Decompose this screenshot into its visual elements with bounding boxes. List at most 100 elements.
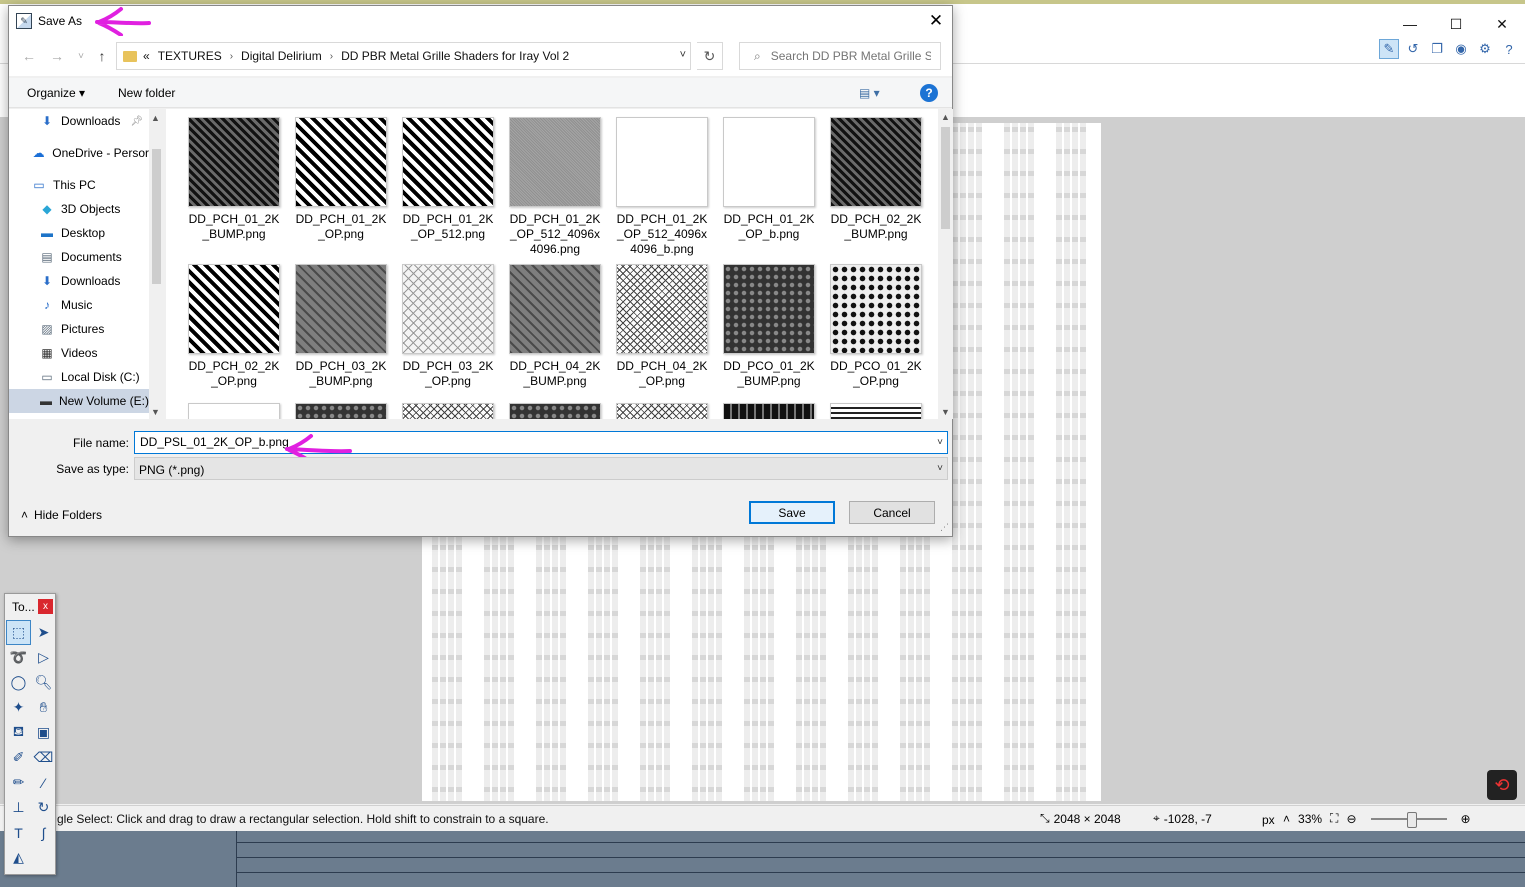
scrollbar-thumb[interactable] — [941, 127, 950, 229]
nav-item-downloads[interactable]: ⬇ Downloads — [9, 269, 149, 293]
tools-toggle-icon[interactable]: ✎ — [1379, 39, 1399, 59]
move-selection-icon[interactable]: ➤ — [31, 620, 56, 645]
pan-icon[interactable]: ✋︎ — [31, 695, 56, 720]
file-list-scrollbar[interactable]: ▲ ▼ — [938, 109, 953, 419]
help-icon[interactable]: ? — [920, 84, 938, 102]
file-item[interactable]: DD_PCO_01_2K_BUMP.png — [717, 256, 821, 389]
chevron-down-icon[interactable]: ˅ — [937, 463, 943, 474]
unit-select[interactable]: px — [1262, 813, 1275, 827]
minimize-button[interactable]: — — [1387, 8, 1433, 40]
file-item[interactable] — [717, 395, 821, 419]
file-item[interactable]: DD_PCH_03_2K_OP.png — [396, 256, 500, 389]
nav-item-pictures[interactable]: ▨ Pictures — [9, 317, 149, 341]
breadcrumb-textures[interactable]: TEXTURES — [158, 49, 222, 63]
view-options-button[interactable]: ▤ ▾ — [859, 86, 880, 100]
ellipse-select-icon[interactable]: ◯ — [6, 670, 31, 695]
gradient-icon[interactable]: ▣ — [31, 720, 56, 745]
file-item[interactable] — [289, 395, 393, 419]
new-folder-button[interactable]: New folder — [118, 86, 175, 100]
recent-chevron-icon[interactable]: ˅ — [71, 46, 91, 66]
layers-icon[interactable]: ❐ — [1427, 39, 1447, 59]
breadcrumb-current-folder[interactable]: DD PBR Metal Grille Shaders for Iray Vol… — [341, 49, 569, 63]
fit-window-icon[interactable]: ⛶ — [1330, 811, 1338, 826]
tools-close-button[interactable]: x — [38, 599, 53, 614]
nav-item-downloads-quick[interactable]: ⬇ Downloads 📌︎ — [9, 109, 149, 133]
shapes-icon[interactable]: ◭ — [6, 845, 31, 870]
file-item[interactable] — [182, 395, 286, 419]
paintbrush-icon[interactable]: ✐ — [6, 745, 31, 770]
resize-grip-icon[interactable]: ⋰ — [940, 522, 949, 533]
address-bar[interactable]: « TEXTURES › Digital Delirium › DD PBR M… — [116, 42, 691, 70]
file-name-input[interactable] — [140, 435, 920, 449]
file-item[interactable] — [610, 395, 714, 419]
scroll-down-icon[interactable]: ▼ — [941, 407, 950, 417]
nav-item-local-disk-c[interactable]: ▭ Local Disk (C:) — [9, 365, 149, 389]
file-item[interactable]: DD_PCO_01_2K_OP.png — [824, 256, 928, 389]
chevron-right-icon[interactable]: › — [230, 51, 233, 62]
file-item[interactable]: DD_PCH_04_2K_BUMP.png — [503, 256, 607, 389]
file-item[interactable]: DD_PCH_04_2K_OP.png — [610, 256, 714, 389]
zoom-slider[interactable] — [1370, 811, 1447, 828]
magic-wand-icon[interactable]: ✦ — [6, 695, 31, 720]
lasso-icon[interactable]: ➰ — [6, 645, 31, 670]
save-button[interactable]: Save — [749, 501, 835, 524]
forward-arrow-icon[interactable]: → — [47, 46, 67, 66]
file-item[interactable]: DD_PCH_01_2K_OP_b.png — [717, 109, 821, 242]
close-button[interactable]: ✕ — [1479, 8, 1525, 40]
file-item[interactable]: DD_PCH_02_2K_BUMP.png — [824, 109, 928, 242]
nav-item-documents[interactable]: ▤ Documents — [9, 245, 149, 269]
sync-icon[interactable]: ⟲ — [1487, 770, 1517, 800]
file-item[interactable]: DD_PCH_01_2K_OP.png — [289, 109, 393, 242]
save-as-type-select[interactable]: PNG (*.png) ˅ — [134, 457, 948, 480]
history-icon[interactable]: ↺ — [1403, 39, 1423, 59]
nav-item-this-pc[interactable]: ▭ This PC — [9, 173, 149, 197]
chevron-right-icon[interactable]: › — [330, 51, 333, 62]
organize-button[interactable]: Organize ▾ — [27, 86, 85, 100]
file-item[interactable] — [824, 395, 928, 419]
color-picker-icon[interactable]: ⁄ — [31, 770, 56, 795]
line-curve-icon[interactable]: ∫ — [31, 820, 56, 845]
gear-icon[interactable]: ⚙ — [1475, 39, 1495, 59]
move-selected-icon[interactable]: ▷ — [31, 645, 56, 670]
breadcrumb-overflow[interactable]: « — [143, 49, 150, 63]
nav-item-videos[interactable]: ▦ Videos — [9, 341, 149, 365]
chevron-down-icon[interactable]: ˅ — [937, 437, 943, 448]
dialog-close-button[interactable]: ✕ — [920, 6, 952, 36]
scroll-up-icon[interactable]: ▲ — [941, 112, 950, 122]
file-name-field[interactable]: ˅ — [134, 431, 948, 454]
pencil-icon[interactable]: ✏︎ — [6, 770, 31, 795]
breadcrumb-digital-delirium[interactable]: Digital Delirium — [241, 49, 322, 63]
nav-item-onedrive[interactable]: ☁ OneDrive - Persor — [9, 141, 149, 165]
pin-icon[interactable]: 📌︎ — [130, 116, 143, 127]
file-item[interactable]: DD_PCH_01_2K_OP_512.png — [396, 109, 500, 242]
chevron-down-icon[interactable]: ˅ — [680, 49, 686, 61]
back-arrow-icon[interactable]: ← — [19, 46, 39, 66]
clone-stamp-icon[interactable]: ⊥ — [6, 795, 31, 820]
file-item[interactable]: DD_PCH_03_2K_BUMP.png — [289, 256, 393, 389]
file-item[interactable]: DD_PCH_01_2K_BUMP.png — [182, 109, 286, 242]
maximize-button[interactable]: ☐ — [1433, 8, 1479, 40]
search-box[interactable]: ⌕ — [739, 42, 941, 70]
colors-icon[interactable]: ◉ — [1451, 39, 1471, 59]
refresh-icon[interactable]: ↻ — [697, 42, 723, 70]
nav-item-desktop[interactable]: ▬ Desktop — [9, 221, 149, 245]
eraser-icon[interactable]: ⌫ — [31, 745, 56, 770]
paint-bucket-icon[interactable]: ⛾ — [6, 720, 31, 745]
zoom-value[interactable]: 33% — [1298, 812, 1322, 826]
nav-item-3d-objects[interactable]: ◆ 3D Objects — [9, 197, 149, 221]
hide-folders-button[interactable]: ˄ Hide Folders — [21, 508, 102, 522]
scroll-down-icon[interactable]: ▼ — [151, 407, 160, 417]
scrollbar-thumb[interactable] — [152, 149, 161, 284]
file-item[interactable] — [503, 395, 607, 419]
cancel-button[interactable]: Cancel — [849, 501, 935, 524]
nav-item-new-volume-e[interactable]: ▬ New Volume (E:) — [9, 389, 149, 413]
zoom-in-icon[interactable]: ⊕ — [1461, 812, 1471, 826]
nav-pane-scrollbar[interactable]: ▲ ▼ — [149, 109, 164, 419]
chevron-up-icon[interactable]: ˄ — [1283, 812, 1290, 826]
zoom-icon[interactable]: 🔍︎ — [31, 670, 56, 695]
text-icon[interactable]: T — [6, 820, 31, 845]
scroll-up-icon[interactable]: ▲ — [151, 113, 160, 123]
file-item[interactable]: DD_PCH_01_2K_OP_512_4096x4096_b.png — [610, 109, 714, 257]
rectangle-select-icon[interactable]: ⬚ — [6, 620, 31, 645]
file-item[interactable]: DD_PCH_02_2K_OP.png — [182, 256, 286, 389]
